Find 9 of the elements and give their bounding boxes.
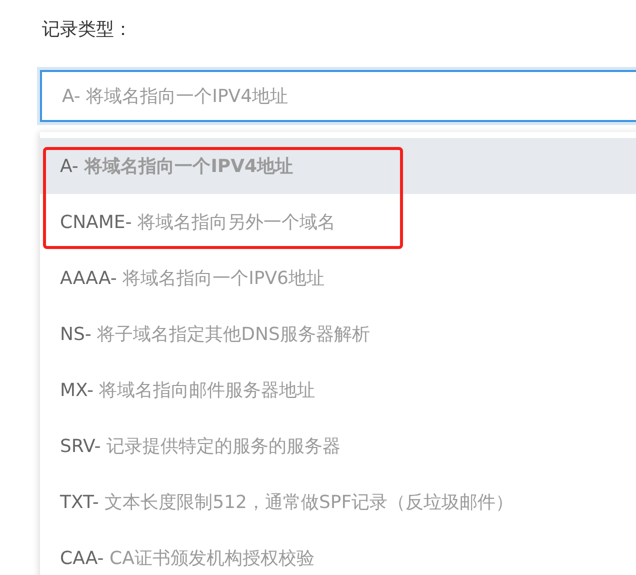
dropdown-option[interactable]: SRV- 记录提供特定的服务的服务器 [40, 418, 636, 474]
dropdown-option[interactable]: AAAA- 将域名指向一个IPV6地址 [40, 250, 636, 306]
dropdown-option[interactable]: CNAME- 将域名指向另外一个域名 [40, 194, 636, 250]
dropdown-option[interactable]: CAA- CA证书颁发机构授权校验 [40, 530, 636, 575]
field-label: 记录类型： [41, 18, 133, 42]
dropdown-option[interactable]: A- 将域名指向一个IPV4地址 [40, 138, 636, 194]
dropdown-option[interactable]: NS- 将子域名指定其他DNS服务器解析 [40, 306, 636, 362]
dropdown-option[interactable]: MX- 将域名指向邮件服务器地址 [40, 362, 636, 418]
dropdown-option[interactable]: TXT- 文本长度限制512，通常做SPF记录（反垃圾邮件） [40, 474, 636, 530]
